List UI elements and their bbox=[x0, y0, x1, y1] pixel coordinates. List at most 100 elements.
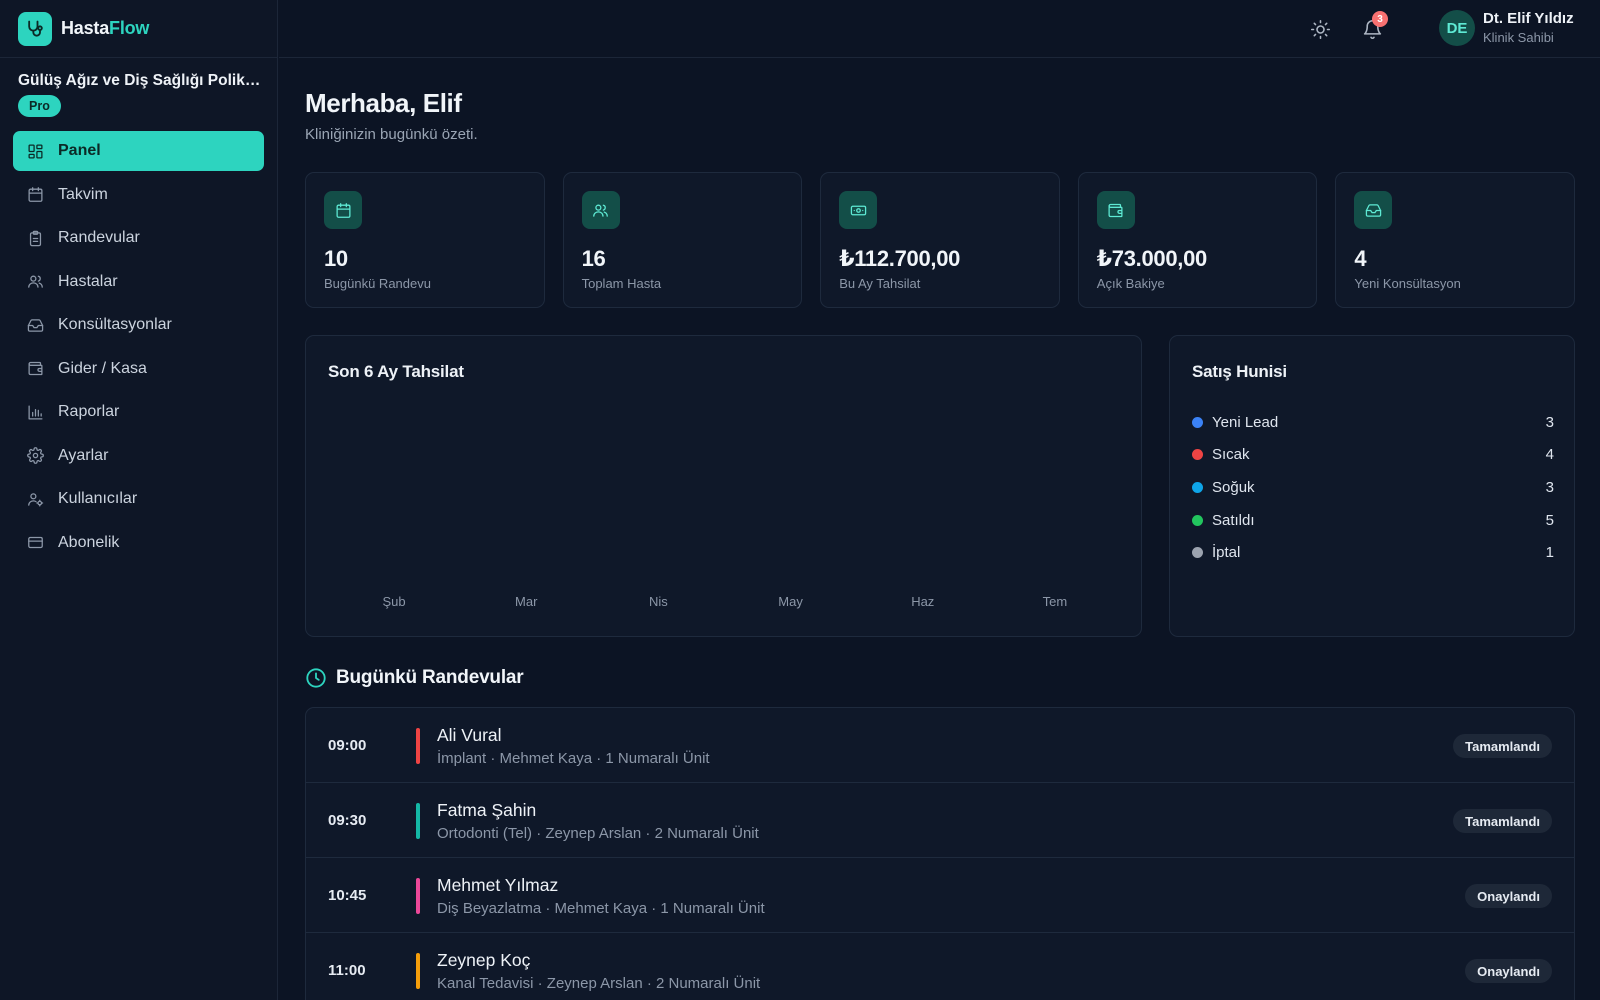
stat-value: ₺112.700,00 bbox=[839, 246, 961, 271]
appointment-color-bar bbox=[416, 803, 420, 839]
sidebar-item-label: Konsültasyonlar bbox=[58, 316, 172, 333]
stat-card: 16 Toplam Hasta bbox=[562, 172, 803, 308]
notifications-button[interactable]: 3 bbox=[1357, 11, 1388, 44]
user-role: Klinik Sahibi bbox=[1483, 30, 1554, 45]
appointment-detail: Diş Beyazlatma · Mehmet Kaya · 1 Numaral… bbox=[437, 900, 765, 917]
appointment-patient: Mehmet Yılmaz bbox=[437, 875, 559, 895]
user-name[interactable]: Dt. Elif Yıldız bbox=[1483, 10, 1574, 27]
x-tick-label: Haz bbox=[911, 594, 934, 609]
clinic-name: Gülüş Ağız ve Diş Sağlığı Polikliniği bbox=[18, 72, 264, 89]
appointment-patient: Zeynep Koç bbox=[437, 950, 531, 970]
stat-card: ₺73.000,00 Açık Bakiye bbox=[1077, 172, 1318, 308]
sidebar-item-label: Takvim bbox=[58, 185, 108, 203]
appointments-title: Bugünkü Randevular bbox=[336, 667, 524, 688]
sidebar-item-konsültasyonlar[interactable]: Konsültasyonlar bbox=[13, 305, 264, 345]
appointment-time: 09:00 bbox=[328, 737, 367, 754]
collections-chart: Şub Mar Nis May Haz Tem bbox=[383, 594, 1068, 609]
funnel-row: Satıldı 5 bbox=[1192, 504, 1554, 537]
stethoscope-icon bbox=[18, 11, 52, 46]
credit-card-icon bbox=[28, 536, 43, 549]
bar-chart-icon bbox=[28, 404, 43, 420]
notification-badge: 3 bbox=[1372, 11, 1388, 27]
wallet-icon bbox=[1108, 203, 1123, 217]
status-badge: Onaylandı bbox=[1465, 959, 1552, 983]
sidebar-item-kullanıcılar[interactable]: Kullanıcılar bbox=[13, 479, 264, 519]
sidebar-item-label: Ayarlar bbox=[58, 446, 109, 464]
funnel-stage-count: 5 bbox=[1545, 511, 1554, 529]
plan-badge: Pro bbox=[18, 95, 61, 117]
status-badge: Onaylandı bbox=[1465, 884, 1552, 908]
funnel-stage-name: Yeni Lead bbox=[1212, 413, 1279, 431]
avatar[interactable]: DE bbox=[1439, 10, 1475, 46]
sidebar-item-raporlar[interactable]: Raporlar bbox=[13, 392, 264, 432]
clipboard-icon bbox=[29, 230, 42, 246]
users-icon bbox=[28, 275, 43, 288]
stat-label: Açık Bakiye bbox=[1096, 276, 1165, 291]
appointment-color-bar bbox=[416, 878, 420, 914]
stat-value: ₺73.000,00 bbox=[1096, 246, 1207, 271]
appointment-row[interactable]: 10:45 Mehmet Yılmaz Diş Beyazlatma · Mehme… bbox=[306, 858, 1574, 933]
funnel-stage-name: Soğuk bbox=[1212, 478, 1255, 496]
stat-label: Bu Ay Tahsilat bbox=[839, 276, 921, 291]
appointment-patient: Fatma Şahin bbox=[437, 800, 537, 820]
appointment-color-bar bbox=[416, 953, 420, 989]
appointment-time: 09:30 bbox=[328, 812, 367, 829]
sidebar-item-label: Abonelik bbox=[58, 533, 120, 551]
sidebar-item-abonelik[interactable]: Abonelik bbox=[13, 523, 264, 563]
sidebar-item-randevular[interactable]: Randevular bbox=[13, 218, 264, 258]
funnel-stage-count: 3 bbox=[1545, 413, 1554, 431]
appointment-row[interactable]: 11:00 Zeynep Koç Kanal Tedavisi · Zeynep A… bbox=[306, 933, 1574, 1000]
banknote-icon bbox=[850, 205, 866, 215]
funnel-stage-count: 1 bbox=[1545, 544, 1554, 562]
stats-row: 10 Bugünkü Randevu 16 Toplam Hasta ₺112.700,… bbox=[305, 172, 1575, 308]
stat-label: Bugünkü Randevu bbox=[324, 276, 431, 291]
page-title: Merhaba, Elif bbox=[305, 88, 462, 118]
funnel-title: Satış Hunisi bbox=[1192, 362, 1287, 381]
x-tick-label: May bbox=[778, 594, 803, 609]
x-tick-label: Şub bbox=[383, 594, 406, 609]
sidebar-item-label: Kullanıcılar bbox=[58, 490, 138, 507]
funnel-row: Soğuk 3 bbox=[1192, 471, 1554, 504]
sidebar-item-label: Randevular bbox=[58, 229, 140, 246]
calendar-icon bbox=[28, 187, 43, 202]
stat-value: 16 bbox=[581, 246, 606, 271]
appointment-time: 10:45 bbox=[328, 887, 367, 904]
user-cog-icon bbox=[28, 492, 44, 507]
stat-icon bbox=[581, 191, 620, 229]
funnel-stage-count: 3 bbox=[1545, 478, 1554, 496]
sidebar-item-gider-kasa[interactable]: Gider / Kasa bbox=[13, 349, 264, 389]
wallet-icon bbox=[28, 361, 43, 376]
funnel-stage-count: 4 bbox=[1545, 446, 1554, 464]
funnel-dot bbox=[1192, 449, 1203, 461]
calendar-icon bbox=[335, 202, 351, 218]
stat-icon bbox=[1096, 191, 1135, 229]
sales-funnel-card: Satış Hunisi Yeni Lead 3 Sıcak 4 Soğuk 3 Satıl… bbox=[1169, 335, 1575, 637]
stat-value: 4 bbox=[1354, 246, 1367, 271]
funnel-dot bbox=[1192, 481, 1203, 493]
funnel-dot bbox=[1192, 416, 1203, 428]
theme-toggle-button[interactable] bbox=[1305, 14, 1335, 44]
funnel-dot bbox=[1192, 547, 1203, 559]
sidebar-item-hastalar[interactable]: Hastalar bbox=[13, 262, 264, 302]
brand[interactable]: HastaFlow bbox=[0, 0, 277, 58]
sidebar-item-takvim[interactable]: Takvim bbox=[13, 175, 264, 215]
appointment-row[interactable]: 09:30 Fatma Şahin Ortodonti (Tel) · Zeynep… bbox=[306, 783, 1574, 858]
stat-label: Yeni Konsültasyon bbox=[1354, 276, 1461, 291]
funnel-stage-name: Satıldı bbox=[1212, 511, 1255, 529]
clinic-info: Gülüş Ağız ve Diş Sağlığı Polikliniği Pr… bbox=[0, 58, 277, 117]
funnel-row: Sıcak 4 bbox=[1192, 439, 1554, 472]
stat-icon bbox=[324, 191, 362, 229]
sidebar-item-panel[interactable]: Panel bbox=[13, 131, 264, 171]
sidebar-item-label: Gider / Kasa bbox=[58, 359, 147, 377]
funnel-dot bbox=[1192, 514, 1203, 526]
x-tick-label: Tem bbox=[1043, 594, 1068, 609]
sidebar-item-label: Raporlar bbox=[58, 403, 120, 420]
sun-icon bbox=[1310, 19, 1330, 39]
funnel-row: Yeni Lead 3 bbox=[1192, 406, 1554, 439]
sidebar-item-ayarlar[interactable]: Ayarlar bbox=[13, 436, 264, 476]
sidebar: HastaFlow Gülüş Ağız ve Diş Sağlığı Poli… bbox=[0, 0, 278, 1000]
collections-chart-card: Son 6 Ay Tahsilat Şub Mar Nis May Haz Tem bbox=[305, 335, 1142, 637]
brand-name: HastaFlow bbox=[61, 18, 150, 38]
appointment-row[interactable]: 09:00 Ali Vural İmplant · Mehmet Kaya · 1 … bbox=[306, 708, 1574, 783]
stat-card: 4 Yeni Konsültasyon bbox=[1335, 172, 1575, 308]
